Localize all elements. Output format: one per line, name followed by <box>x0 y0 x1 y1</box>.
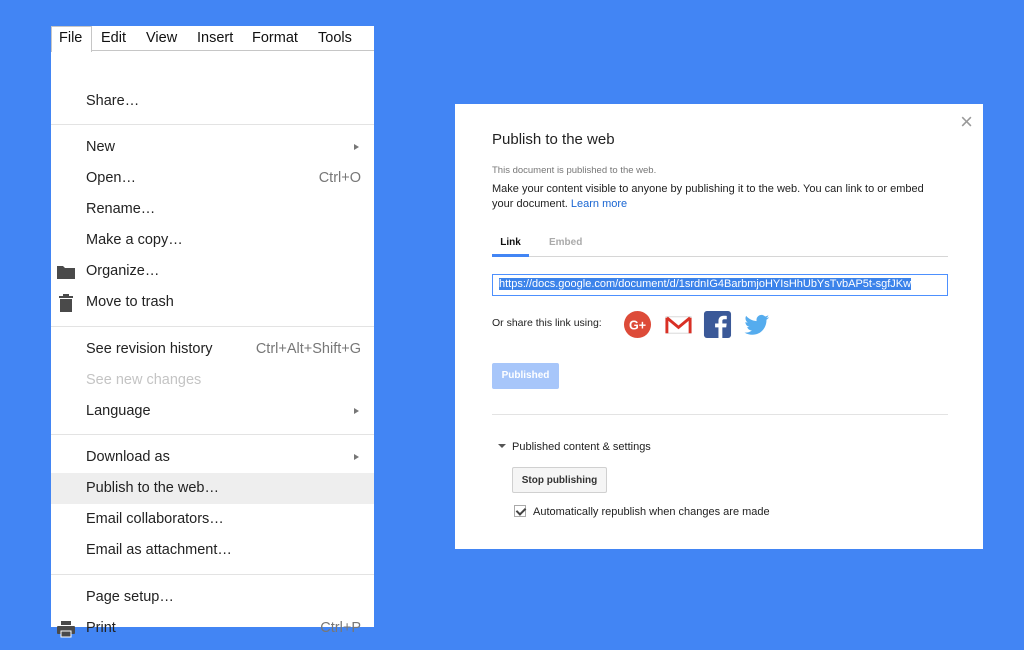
menu-format[interactable]: Format <box>252 30 298 46</box>
google-plus-icon[interactable]: G+ <box>623 310 652 339</box>
facebook-icon[interactable] <box>703 310 732 339</box>
trash-icon <box>59 294 73 312</box>
menu-item-email-collaborators[interactable]: Email collaborators… <box>51 504 374 535</box>
file-menu-panel: File Edit View Insert Format Tools Share… <box>51 26 374 638</box>
menu-item-language[interactable]: Language <box>51 396 374 427</box>
menu-item-label: Move to trash <box>86 294 174 310</box>
menu-item-new[interactable]: New <box>51 132 374 163</box>
menu-item-make-copy[interactable]: Make a copy… <box>51 225 374 256</box>
menu-item-move-to-trash[interactable]: Move to trash <box>51 287 374 318</box>
menu-item-label: Language <box>86 403 151 419</box>
menu-item-label: Email collaborators… <box>86 511 224 527</box>
menu-insert[interactable]: Insert <box>197 30 233 46</box>
menu-item-rename[interactable]: Rename… <box>51 194 374 225</box>
learn-more-link[interactable]: Learn more <box>571 198 627 210</box>
description-text: Make your content visible to anyone by p… <box>492 183 924 210</box>
menu-item-publish-to-web[interactable]: Publish to the web… <box>51 473 374 504</box>
menu-item-label: Download as <box>86 449 170 465</box>
menu-item-label: Rename… <box>86 201 156 217</box>
menubar: File Edit View Insert Format Tools <box>51 26 374 52</box>
twitter-icon[interactable] <box>742 310 771 339</box>
shortcut-label: Ctrl+P <box>320 620 361 636</box>
close-icon[interactable]: × <box>960 109 973 135</box>
menu-item-label: Page setup… <box>86 589 174 605</box>
menu-item-label: Publish to the web… <box>86 480 219 496</box>
shortcut-label: Ctrl+O <box>318 170 361 186</box>
printer-icon <box>57 621 75 638</box>
menu-edit[interactable]: Edit <box>101 30 126 46</box>
submenu-arrow-icon <box>354 454 359 460</box>
menu-item-share[interactable]: Share… <box>51 86 374 117</box>
menu-item-label: Email as attachment… <box>86 542 232 558</box>
tab-link[interactable]: Link <box>492 237 529 257</box>
svg-text:G+: G+ <box>629 318 646 332</box>
submenu-arrow-icon <box>354 408 359 414</box>
auto-republish-label: Automatically republish when changes are… <box>533 506 770 518</box>
menu-item-print[interactable]: Print Ctrl+P <box>51 613 374 644</box>
menu-divider <box>51 434 374 435</box>
section-divider <box>492 414 948 415</box>
submenu-arrow-icon <box>354 144 359 150</box>
dialog-description: Make your content visible to anyone by p… <box>492 182 942 211</box>
menu-item-organize[interactable]: Organize… <box>51 256 374 287</box>
publish-dialog: × Publish to the web This document is pu… <box>455 104 983 549</box>
menu-item-label: Open… <box>86 170 136 186</box>
publish-url-text: https://docs.google.com/document/d/1srdn… <box>499 278 912 290</box>
tab-bar: Link Embed <box>492 232 948 257</box>
menu-item-label: Organize… <box>86 263 160 279</box>
menu-divider <box>51 124 374 125</box>
auto-republish-checkbox[interactable] <box>514 505 526 517</box>
menu-item-label: See revision history <box>86 341 213 357</box>
menu-item-label: New <box>86 139 116 155</box>
published-button[interactable]: Published <box>492 363 559 389</box>
menu-item-open[interactable]: Open… Ctrl+O <box>51 163 374 194</box>
menu-item-label: See new changes <box>86 372 202 388</box>
auto-republish-row[interactable]: Automatically republish when changes are… <box>514 505 770 518</box>
menu-divider <box>51 326 374 327</box>
menu-item-label: Print <box>86 620 116 636</box>
menu-item-revision-history[interactable]: See revision history Ctrl+Alt+Shift+G <box>51 334 374 365</box>
menu-file[interactable]: File <box>51 26 92 52</box>
shortcut-label: Ctrl+Alt+Shift+G <box>255 341 361 357</box>
publish-url-input[interactable]: https://docs.google.com/document/d/1srdn… <box>492 274 948 296</box>
menu-item-label: Make a copy… <box>86 232 183 248</box>
menu-tools[interactable]: Tools <box>318 30 352 46</box>
menu-item-see-new-changes: See new changes <box>51 365 374 396</box>
menu-item-page-setup[interactable]: Page setup… <box>51 582 374 613</box>
menu-item-email-attachment[interactable]: Email as attachment… <box>51 535 374 566</box>
dialog-title: Publish to the web <box>492 131 615 148</box>
tab-embed[interactable]: Embed <box>549 237 582 248</box>
menu-view[interactable]: View <box>146 30 177 46</box>
menu-divider <box>51 574 374 575</box>
published-note: This document is published to the web. <box>492 165 657 176</box>
folder-icon <box>57 266 75 279</box>
file-menu-items: Share… New Open… Ctrl+O Rename… Make a c… <box>51 51 374 638</box>
menu-item-label: Share… <box>86 93 140 109</box>
menu-item-download-as[interactable]: Download as <box>51 442 374 473</box>
stop-publishing-button[interactable]: Stop publishing <box>512 467 607 493</box>
gmail-icon[interactable] <box>664 310 693 339</box>
share-label: Or share this link using: <box>492 317 602 329</box>
section-label: Published content & settings <box>512 441 651 453</box>
published-settings-toggle[interactable]: Published content & settings <box>498 441 651 453</box>
triangle-down-icon <box>498 444 506 448</box>
